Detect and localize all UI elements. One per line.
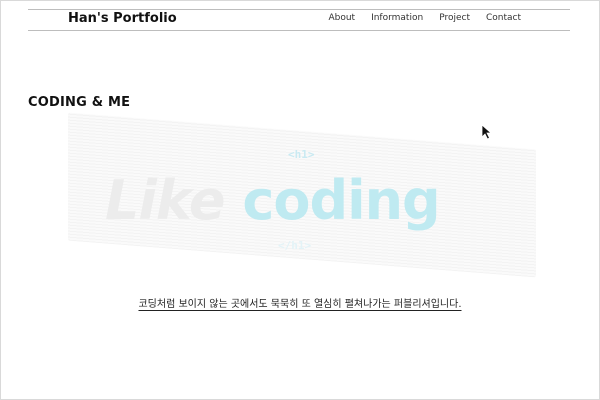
nav-link-contact[interactable]: Contact bbox=[486, 13, 521, 23]
h1-close-tag: </h1> bbox=[278, 239, 312, 252]
brand-logo[interactable]: Han's Portfolio bbox=[68, 11, 177, 26]
main-nav: About Information Project Contact bbox=[312, 13, 521, 23]
h1-open-tag: <h1> bbox=[288, 148, 315, 161]
headline-word-like: Like bbox=[105, 169, 226, 232]
nav-link-information[interactable]: Information bbox=[371, 13, 423, 23]
tagline-text: 코딩처럼 보이지 않는 곳에서도 묵묵히 또 열심히 펼쳐나가는 퍼블리셔입니다… bbox=[138, 299, 462, 310]
mouse-cursor-icon bbox=[481, 124, 493, 140]
section-title: CODING & ME bbox=[28, 95, 131, 110]
site-header: Han's Portfolio About Information Projec… bbox=[28, 9, 570, 31]
hero-headline: Like coding bbox=[105, 169, 441, 232]
headline-word-coding: coding bbox=[242, 169, 440, 232]
hero-banner: <h1> Like coding </h1> bbox=[50, 112, 570, 280]
nav-link-project[interactable]: Project bbox=[439, 13, 470, 23]
tagline: 코딩처럼 보이지 않는 곳에서도 묵묵히 또 열심히 펼쳐나가는 퍼블리셔입니다… bbox=[0, 292, 600, 311]
nav-link-about[interactable]: About bbox=[328, 13, 355, 23]
